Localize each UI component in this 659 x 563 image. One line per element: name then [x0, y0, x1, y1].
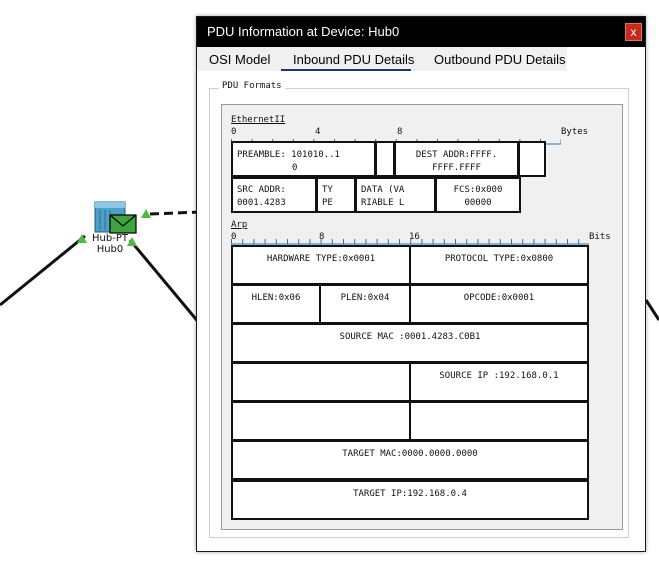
arp-protocol-type-field: PROTOCOL TYPE:0x0800 [409, 245, 589, 285]
arp-section-title: Arp [231, 220, 248, 230]
ethernet-ruler-tick: 8 [397, 127, 403, 137]
ethernet-preamble-sfd-field [375, 141, 395, 177]
tab-outbound-pdu-details[interactable]: Outbound PDU Details [434, 52, 566, 67]
arp-plen-field: PLEN:0x04 [319, 284, 411, 324]
ethernet-dest-addr-tail-field [518, 141, 546, 177]
pdu-format-scroll-panel[interactable]: EthernetII 0 4 8 Bytes PREAMBLE: 101010.… [221, 104, 623, 530]
ethernet-dest-addr-field: DEST ADDR:FFFF. FFFF.FFFF [394, 141, 519, 177]
arp-hardware-type-field: HARDWARE TYPE:0x0001 [231, 245, 411, 285]
tab-inbound-pdu-details[interactable]: Inbound PDU Details [293, 52, 414, 67]
ethernet-type-field: TY PE [316, 177, 356, 213]
arp-ruler [231, 239, 589, 245]
ethernet-ruler-tick: 0 [231, 127, 237, 137]
ethernet-data-field: DATA (VA RIABLE L [355, 177, 436, 213]
arp-opcode-field: OPCODE:0x0001 [409, 284, 589, 324]
ethernet-ruler-tick: 4 [315, 127, 321, 137]
link-status-triangle-icon [141, 209, 151, 218]
arp-hlen-field: HLEN:0x06 [231, 284, 321, 324]
arp-target-mac-field: TARGET MAC:0000.0000.0000 [231, 440, 589, 480]
device-name-label: Hub0 [96, 244, 124, 255]
pdu-envelope-icon[interactable] [109, 214, 137, 234]
ethernet-src-addr-field: SRC ADDR: 0001.4283 [231, 177, 317, 213]
arp-target-ip-field: TARGET IP:192.168.0.4 [231, 480, 589, 520]
arp-source-ip-field: SOURCE IP :192.168.0.1 [409, 362, 589, 402]
ethernet-ruler-unit: Bytes [561, 127, 589, 137]
arp-source-mac-field: SOURCE MAC :0001.4283.C0B1 [231, 323, 589, 363]
ethernet-fcs-field: FCS:0x000 00000 [435, 177, 521, 213]
close-button[interactable]: x [625, 23, 642, 41]
pdu-info-dialog: PDU Information at Device: Hub0 x OSI Mo… [196, 16, 646, 552]
arp-target-mac-head-field [409, 401, 589, 441]
link-cable-bottom [128, 239, 207, 331]
arp-target-mac-head-field [231, 401, 411, 441]
tab-osi-model[interactable]: OSI Model [209, 52, 270, 67]
dialog-titlebar[interactable]: PDU Information at Device: Hub0 x [197, 17, 645, 47]
tab-bar-filler [567, 47, 645, 71]
pdu-formats-label: PDU Formats [219, 81, 285, 91]
link-cable-left [0, 234, 86, 307]
dialog-title: PDU Information at Device: Hub0 [207, 24, 400, 39]
ethernet-preamble-field: PREAMBLE: 101010..1 0 [231, 141, 376, 177]
link-cable-dashed [149, 210, 201, 216]
arp-source-mac-tail-field [231, 362, 411, 402]
link-cable-right [644, 299, 659, 321]
arp-ruler-unit: Bits [589, 232, 611, 242]
ethernet-section-title: EthernetII [231, 115, 286, 125]
